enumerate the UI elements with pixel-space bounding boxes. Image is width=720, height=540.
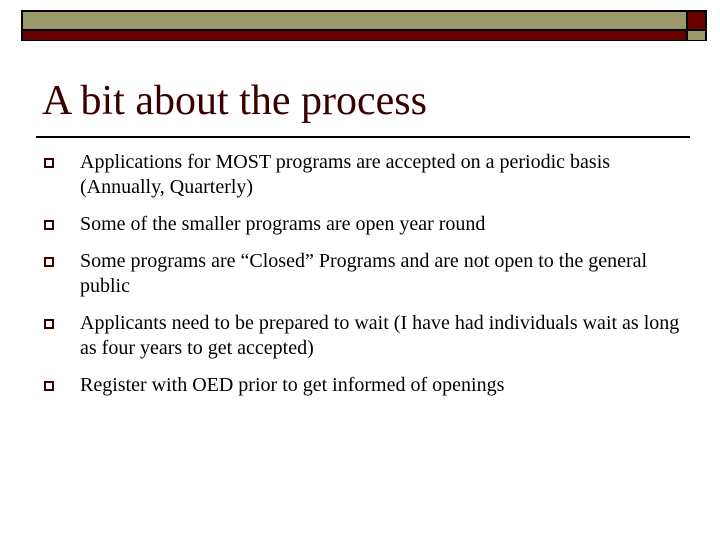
bullet-text: Some programs are “Closed” Programs and … xyxy=(80,250,648,297)
hollow-square-bullet-icon xyxy=(44,381,54,391)
bullet-text: Applicants need to be prepared to wait (… xyxy=(80,312,680,359)
hollow-square-bullet-icon xyxy=(44,319,54,329)
slide-title: A bit about the process xyxy=(42,78,427,124)
title-divider xyxy=(36,136,690,138)
hollow-square-bullet-icon xyxy=(44,257,54,267)
header-square-maroon xyxy=(688,12,705,29)
bullet-item: Some programs are “Closed” Programs and … xyxy=(44,249,684,299)
decorative-header-bar xyxy=(21,10,707,41)
bullet-text: Some of the smaller programs are open ye… xyxy=(80,213,486,235)
bullet-item: Applicants need to be prepared to wait (… xyxy=(44,311,684,361)
bullet-list: Applications for MOST programs are accep… xyxy=(44,150,684,410)
bullet-item: Applications for MOST programs are accep… xyxy=(44,150,684,200)
hollow-square-bullet-icon xyxy=(44,220,54,230)
bullet-item: Register with OED prior to get informed … xyxy=(44,373,684,398)
header-bar-olive xyxy=(23,12,686,29)
hollow-square-bullet-icon xyxy=(44,158,54,168)
header-square-olive xyxy=(688,31,705,40)
bullet-item: Some of the smaller programs are open ye… xyxy=(44,212,684,237)
header-bar-maroon xyxy=(23,31,686,40)
bullet-text: Applications for MOST programs are accep… xyxy=(80,151,611,198)
bullet-text: Register with OED prior to get informed … xyxy=(80,374,505,396)
